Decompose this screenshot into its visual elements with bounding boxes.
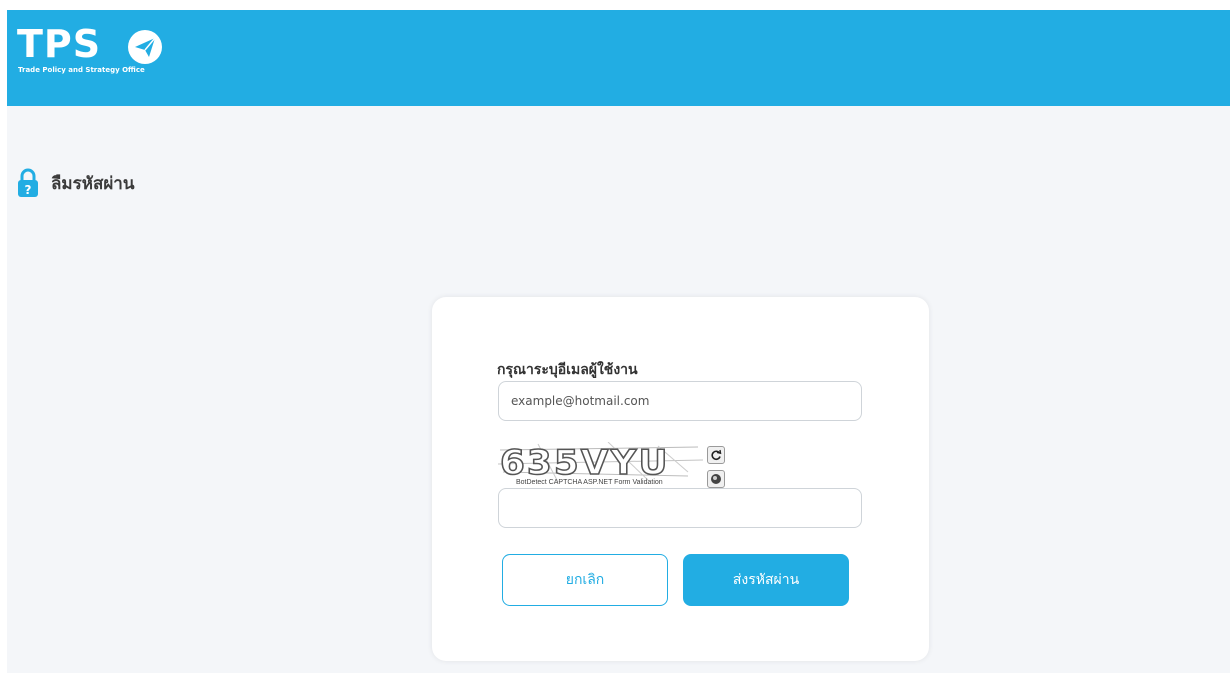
- forgot-password-card: กรุณาระบุอีเมลผู้ใช้งาน 635VYU BotDetect…: [432, 297, 929, 661]
- header-bar: TPS Trade Policy and Strategy Office: [7, 10, 1230, 106]
- svg-text:?: ?: [25, 183, 32, 197]
- captcha-sound-button[interactable]: [707, 470, 725, 488]
- captcha-code: 635VYU: [499, 443, 670, 483]
- logo-text: TPS: [17, 22, 102, 66]
- captcha-input[interactable]: [498, 488, 862, 528]
- lock-question-icon: ?: [18, 168, 38, 197]
- page-title: ลืมรหัสผ่าน: [51, 173, 135, 194]
- captcha-reload-button[interactable]: [707, 446, 725, 464]
- reload-icon: [711, 449, 722, 461]
- logo-subtitle: Trade Policy and Strategy Office: [18, 66, 145, 74]
- captcha-image: 635VYU BotDetect CAPTCHA ASP.NET Form Va…: [498, 442, 703, 490]
- cancel-button[interactable]: ยกเลิก: [502, 554, 668, 606]
- tpso-logo[interactable]: TPS Trade Policy and Strategy Office: [17, 24, 187, 84]
- page-heading: ? ลืมรหัสผ่าน: [17, 165, 134, 201]
- captcha-caption: BotDetect CAPTCHA ASP.NET Form Validatio…: [516, 479, 663, 486]
- send-password-button[interactable]: ส่งรหัสผ่าน: [683, 554, 849, 606]
- paper-plane-icon: [128, 30, 162, 64]
- page: TPS Trade Policy and Strategy Office ? ล…: [7, 10, 1230, 673]
- email-field[interactable]: [498, 381, 862, 421]
- speaker-icon: [711, 474, 721, 484]
- email-label: กรุณาระบุอีเมลผู้ใช้งาน: [497, 362, 638, 378]
